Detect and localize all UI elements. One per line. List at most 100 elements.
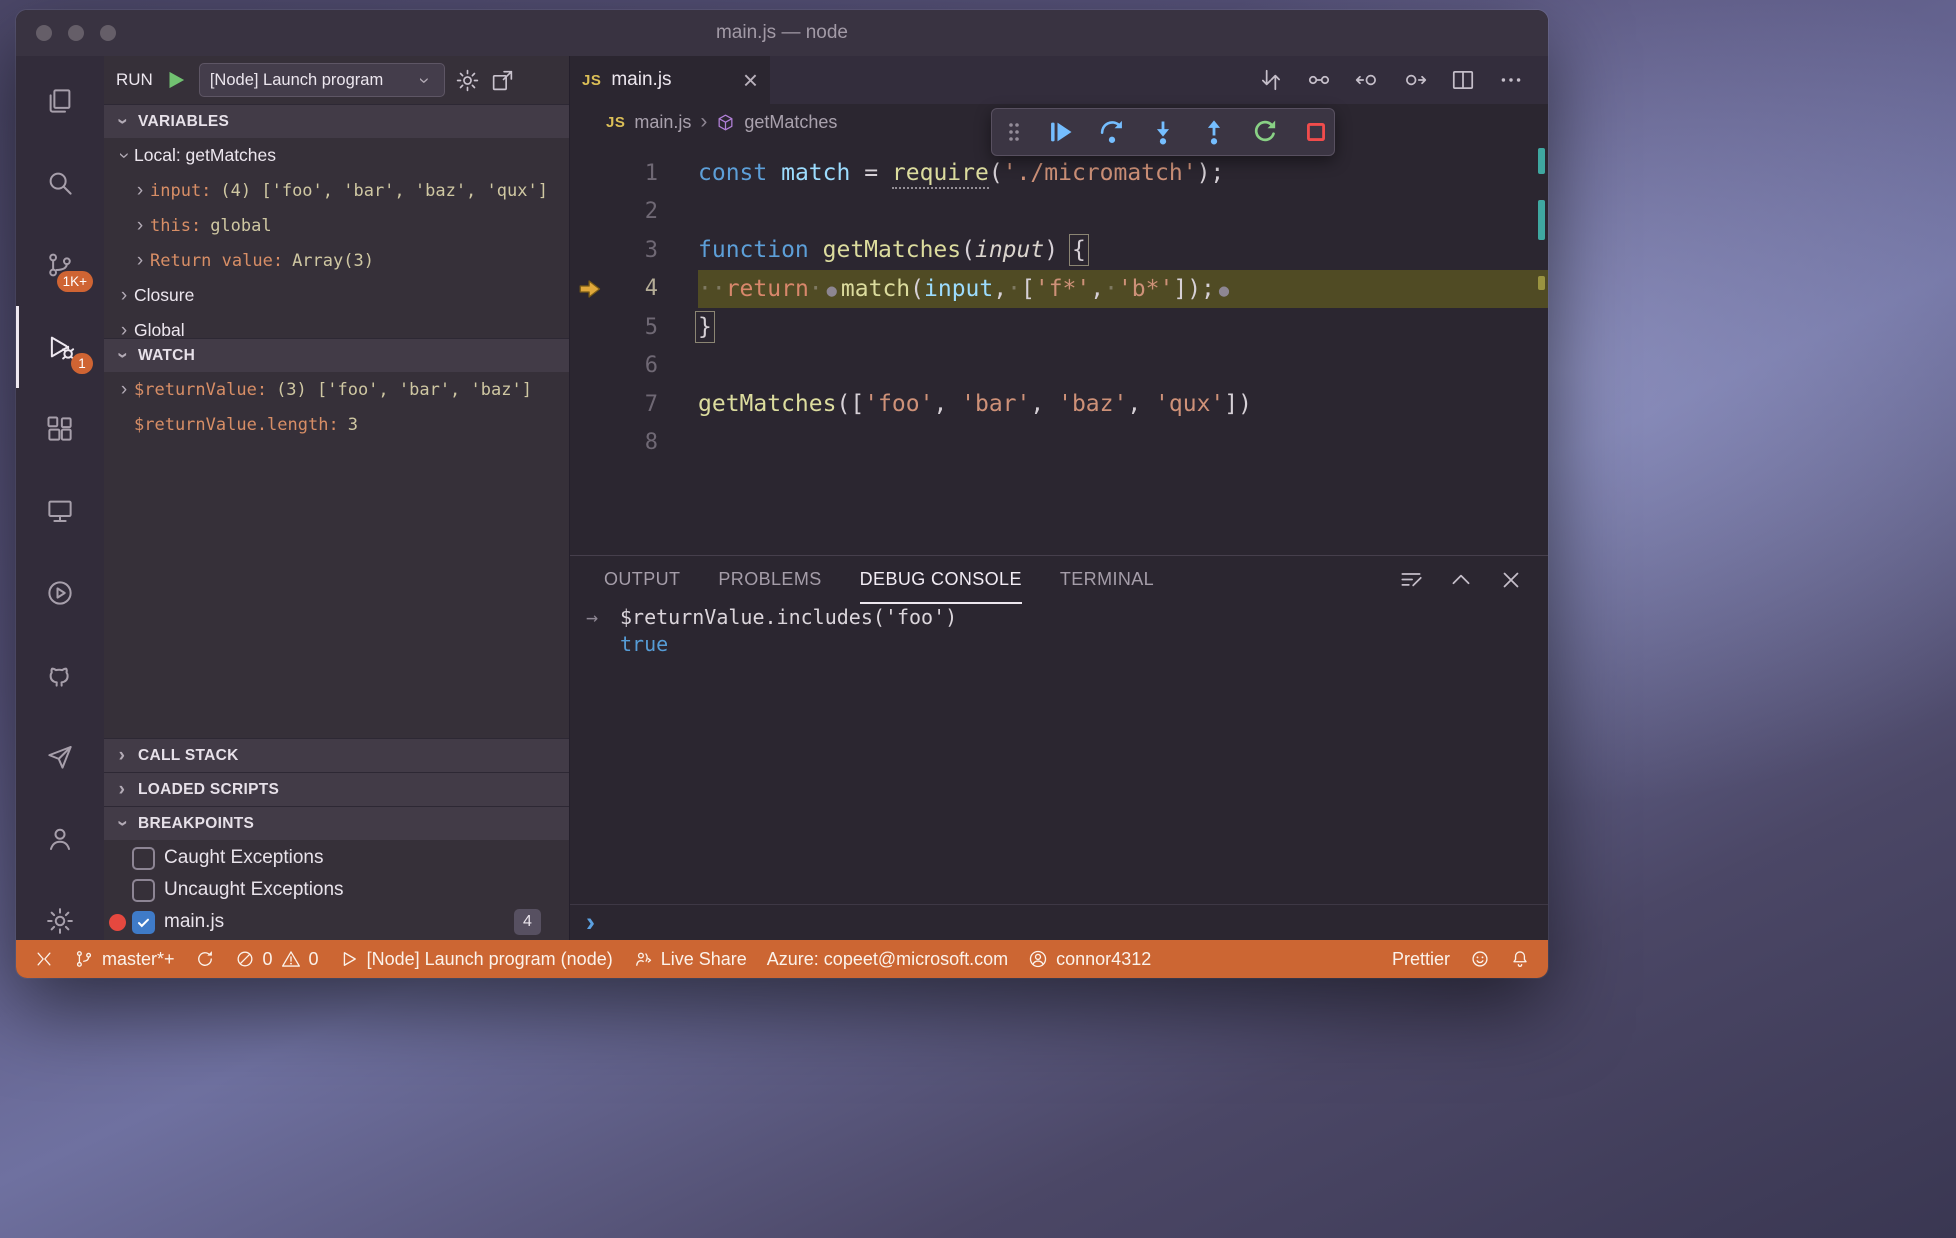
close-window-button[interactable] — [36, 25, 52, 41]
next-change-icon[interactable] — [1402, 67, 1428, 93]
prettier-status[interactable]: Prettier — [1382, 949, 1460, 970]
panel-tab-debug-console[interactable]: DEBUG CONSOLE — [859, 556, 1022, 604]
chevron-right-icon[interactable] — [130, 251, 150, 270]
configure-gear-icon[interactable] — [455, 68, 480, 93]
tab-main-js[interactable]: JS main.js × — [570, 56, 770, 104]
split-editor-icon[interactable] — [1450, 67, 1476, 93]
js-file-icon: JS — [606, 113, 626, 131]
debug-launch-status[interactable]: [Node] Launch program (node) — [329, 940, 623, 978]
variable-row[interactable]: input: (4) ['foo', 'bar', 'baz', 'qux'] — [104, 173, 569, 208]
breakpoint-checkbox[interactable] — [132, 878, 155, 902]
variable-row[interactable]: $returnValue: (3) ['foo', 'bar', 'baz'] — [104, 372, 569, 407]
azure-account-status[interactable]: Azure: copeet@microsoft.com — [757, 940, 1018, 978]
maximize-panel-icon[interactable] — [1448, 567, 1474, 593]
step-into-button[interactable] — [1149, 118, 1177, 146]
breakpoint-row[interactable]: Caught Exceptions — [104, 842, 569, 874]
breakpoints-section-header[interactable]: BREAKPOINTS — [104, 806, 569, 840]
current-statement-arrow-icon[interactable] — [570, 276, 610, 302]
code-editor[interactable]: 1 const match = require('./micromatch'); 2… — [570, 140, 1548, 555]
code-line[interactable]: 6 — [570, 347, 1548, 386]
scope-row[interactable]: Closure — [104, 278, 569, 313]
chevron-right-icon[interactable] — [114, 321, 134, 338]
live-share-status[interactable]: Live Share — [623, 940, 757, 978]
launch-config-dropdown[interactable]: [Node] Launch program — [198, 63, 445, 97]
code-line[interactable]: 7 getMatches(['foo', 'bar', 'baz', 'qux']… — [570, 385, 1548, 424]
variables-section-header[interactable]: VARIABLES — [104, 104, 569, 138]
line-number[interactable]: 7 — [610, 392, 658, 417]
drag-grip-icon[interactable] — [1004, 119, 1024, 145]
code-line[interactable]: 1 const match = require('./micromatch'); — [570, 154, 1548, 193]
source-control-icon[interactable]: 1K+ — [16, 224, 104, 306]
close-tab-icon[interactable]: × — [743, 67, 758, 93]
start-debug-button[interactable] — [163, 67, 189, 93]
run-debug-icon[interactable]: 1 — [16, 306, 104, 388]
panel-tab-problems[interactable]: PROBLEMS — [718, 556, 821, 604]
code-line[interactable]: 8 — [570, 424, 1548, 463]
console-input-chevron-icon: › — [586, 907, 595, 937]
close-panel-icon[interactable] — [1498, 567, 1524, 593]
watch-section-header[interactable]: WATCH — [104, 338, 569, 372]
settings-gear-icon[interactable] — [16, 880, 104, 962]
clear-console-icon[interactable] — [1398, 567, 1424, 593]
title-bar[interactable]: main.js — node — [16, 10, 1548, 56]
open-launch-config-icon[interactable] — [490, 68, 515, 93]
zoom-window-button[interactable] — [100, 25, 116, 41]
variable-row[interactable]: this: global — [104, 208, 569, 243]
notifications-bell-icon[interactable] — [1500, 949, 1540, 969]
chevron-down-icon[interactable] — [114, 146, 134, 165]
code-line[interactable]: 4 ··return· ● match(input,·['f*',·'b*']); ● — [570, 269, 1548, 308]
previous-change-icon[interactable] — [1354, 67, 1380, 93]
call-stack-section-header[interactable]: CALL STACK — [104, 738, 569, 772]
feedback-icon[interactable] — [1460, 949, 1500, 969]
github-icon[interactable] — [16, 634, 104, 716]
continue-button[interactable] — [1047, 118, 1075, 146]
explorer-icon[interactable] — [16, 60, 104, 142]
remote-explorer-icon[interactable] — [16, 470, 104, 552]
step-out-button[interactable] — [1200, 118, 1228, 146]
breakpoint-row[interactable]: main.js 4 — [104, 906, 569, 938]
problems-status[interactable]: 0 0 — [225, 940, 329, 978]
debug-console-input[interactable]: › — [570, 904, 1548, 940]
chevron-right-icon[interactable] — [114, 286, 134, 305]
more-actions-icon[interactable] — [1498, 67, 1524, 93]
code-line[interactable]: 5} — [570, 308, 1548, 347]
line-number[interactable]: 4 — [610, 276, 658, 301]
search-icon[interactable] — [16, 142, 104, 224]
chevron-right-icon[interactable] — [114, 380, 134, 399]
chevron-right-icon[interactable] — [130, 216, 150, 235]
breakpoint-checkbox[interactable] — [132, 846, 155, 870]
chevron-right-icon[interactable] — [130, 181, 150, 200]
sync-button[interactable] — [185, 940, 225, 978]
open-changes-icon[interactable] — [1306, 67, 1332, 93]
code-line[interactable]: 2 — [570, 193, 1548, 232]
scope-row[interactable]: Local: getMatches — [104, 138, 569, 173]
line-number[interactable]: 1 — [610, 161, 658, 186]
scope-row[interactable]: Global — [104, 313, 569, 338]
share-icon[interactable] — [16, 716, 104, 798]
code-line[interactable]: 3 function getMatches(input) { — [570, 231, 1548, 270]
variable-row[interactable]: Return value: Array(3) — [104, 243, 569, 278]
github-account-status[interactable]: connor4312 — [1018, 940, 1161, 978]
step-over-button[interactable] — [1098, 118, 1126, 146]
line-number[interactable]: 6 — [610, 353, 658, 378]
breadcrumb-symbol[interactable]: getMatches — [744, 112, 837, 133]
breakpoint-row[interactable]: Uncaught Exceptions — [104, 874, 569, 906]
variable-row[interactable]: $returnValue.length: 3 — [104, 407, 569, 442]
account-icon[interactable] — [16, 798, 104, 880]
compare-changes-icon[interactable] — [1258, 67, 1284, 93]
line-number[interactable]: 3 — [610, 238, 658, 263]
panel-tab-output[interactable]: OUTPUT — [604, 556, 680, 604]
panel-tab-terminal[interactable]: TERMINAL — [1060, 556, 1154, 604]
restart-button[interactable] — [1251, 118, 1279, 146]
extensions-icon[interactable] — [16, 388, 104, 470]
test-explorer-icon[interactable] — [16, 552, 104, 634]
loaded-scripts-section-header[interactable]: LOADED SCRIPTS — [104, 772, 569, 806]
breakpoint-checkbox[interactable] — [132, 910, 155, 934]
launch-config-label: [Node] Launch program — [209, 70, 384, 89]
breadcrumb-file[interactable]: main.js — [634, 112, 691, 133]
line-number[interactable]: 8 — [610, 430, 658, 455]
line-number[interactable]: 5 — [610, 315, 658, 340]
stop-button[interactable] — [1302, 118, 1330, 146]
line-number[interactable]: 2 — [610, 199, 658, 224]
minimize-window-button[interactable] — [68, 25, 84, 41]
